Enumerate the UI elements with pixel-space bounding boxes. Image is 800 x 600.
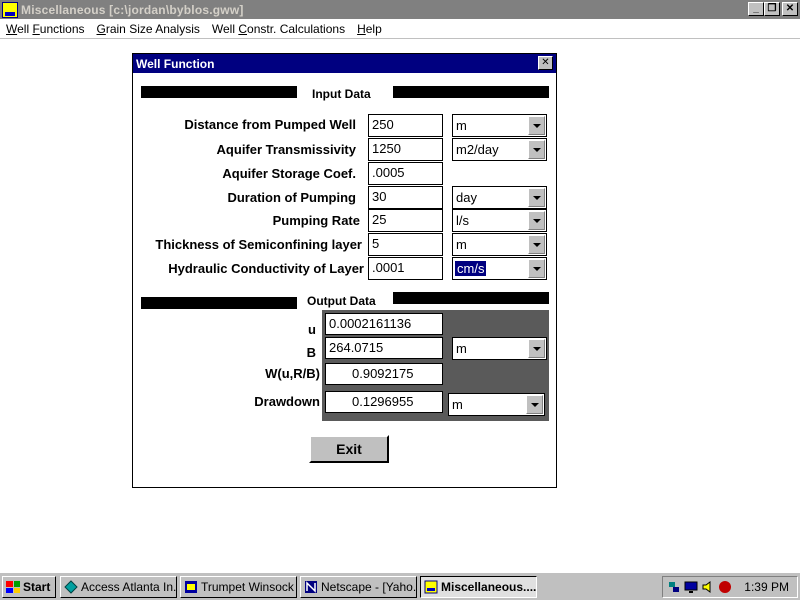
semiconfining-thickness-unit-select[interactable]: m (452, 233, 547, 256)
well-function-dialog: Well Function ✕ Input Data Distance from… (132, 53, 557, 488)
netscape-icon (305, 581, 317, 593)
monitor-icon[interactable] (684, 580, 698, 594)
chevron-down-icon[interactable] (528, 259, 545, 278)
chevron-down-icon[interactable] (528, 235, 545, 254)
pumping-rate-unit-select[interactable]: l/s (452, 209, 547, 232)
storage-coef-input[interactable]: .0005 (368, 162, 443, 185)
b-label: B (306, 345, 316, 360)
taskbar: Start Access Atlanta In... Trumpet Winso… (0, 572, 800, 600)
semiconfining-thickness-label: Thickness of Semiconfining layer (155, 237, 362, 252)
menu-well-functions[interactable]: Well Functions (0, 22, 91, 36)
task-netscape[interactable]: Netscape - [Yaho... (300, 576, 417, 598)
hydraulic-conductivity-label: Hydraulic Conductivity of Layer (168, 261, 364, 276)
drawdown-label: Drawdown (254, 394, 320, 409)
duration-label: Duration of Pumping (227, 190, 356, 205)
output-divider-right (393, 292, 549, 304)
drawdown-unit-select[interactable]: m (448, 393, 545, 416)
menu-grain-size-analysis[interactable]: Grain Size Analysis (91, 22, 206, 36)
speaker-icon[interactable] (701, 580, 715, 594)
chevron-down-icon[interactable] (526, 395, 543, 414)
input-divider-right (393, 86, 549, 98)
semiconfining-thickness-input[interactable]: 5 (368, 233, 443, 256)
output-data-title: Output Data (307, 294, 376, 308)
dialog-title: Well Function (136, 56, 215, 71)
chevron-down-icon[interactable] (528, 211, 545, 230)
app-icon[interactable] (2, 1, 18, 18)
storage-coef-label: Aquifer Storage Coef. (222, 166, 356, 181)
task-access-atlanta[interactable]: Access Atlanta In... (60, 576, 177, 598)
u-output: 0.0002161136 (325, 313, 443, 335)
network-icon (64, 580, 78, 594)
task-miscellaneous[interactable]: Miscellaneous.... (420, 576, 537, 598)
menu-help[interactable]: Help (351, 22, 388, 36)
menu-well-constr-calculations[interactable]: Well Constr. Calculations (206, 22, 351, 36)
drawdown-output: 0.1296955 (325, 391, 443, 413)
hydraulic-conductivity-unit-select[interactable]: cm/s (452, 257, 547, 280)
u-label: u (308, 322, 316, 337)
input-data-title: Input Data (312, 87, 371, 101)
app-icon (424, 580, 438, 594)
distance-label: Distance from Pumped Well (184, 117, 356, 132)
pumping-rate-input[interactable]: 25 (368, 209, 443, 232)
transmissivity-input[interactable]: 1250 (368, 138, 443, 161)
hydraulic-conductivity-input[interactable]: .0001 (368, 257, 443, 280)
duration-unit-select[interactable]: day (452, 186, 547, 209)
restore-button[interactable]: ❐ (764, 2, 780, 16)
close-button[interactable]: ✕ (782, 2, 798, 16)
chevron-down-icon[interactable] (528, 188, 545, 207)
menu-bar: Well Functions Grain Size Analysis Well … (0, 19, 800, 39)
windows-logo-icon (6, 581, 20, 593)
network-status-icon[interactable] (667, 580, 681, 594)
pumping-rate-label: Pumping Rate (272, 213, 360, 228)
distance-unit-select[interactable]: m (452, 114, 547, 137)
b-unit-select[interactable]: m (452, 337, 547, 360)
distance-input[interactable]: 250 (368, 114, 443, 137)
clock: 1:39 PM (744, 580, 789, 594)
transmissivity-label: Aquifer Transmissivity (216, 142, 356, 157)
status-icon[interactable] (718, 580, 732, 594)
minimize-button[interactable]: _ (748, 2, 764, 16)
w-output: 0.9092175 (325, 363, 443, 385)
start-button[interactable]: Start (2, 576, 56, 598)
transmissivity-unit-select[interactable]: m2/day (452, 138, 547, 161)
chevron-down-icon[interactable] (528, 339, 545, 358)
duration-input[interactable]: 30 (368, 186, 443, 209)
chevron-down-icon[interactable] (528, 116, 545, 135)
window-controls: _ ❐ ✕ (748, 2, 798, 16)
b-output: 264.0715 (325, 337, 443, 359)
output-divider-left (141, 297, 297, 309)
winsock-icon (185, 581, 197, 593)
dialog-titlebar: Well Function ✕ (133, 54, 556, 73)
app-titlebar: Miscellaneous [c:\jordan\byblos.gww] _ ❐… (0, 0, 800, 19)
input-divider-left (141, 86, 297, 98)
dialog-close-button[interactable]: ✕ (538, 56, 553, 70)
app-title: Miscellaneous [c:\jordan\byblos.gww] (21, 2, 244, 17)
w-label: W(u,R/B) (265, 366, 320, 381)
chevron-down-icon[interactable] (528, 140, 545, 159)
system-tray: 1:39 PM (662, 576, 798, 598)
task-trumpet-winsock[interactable]: Trumpet Winsock (180, 576, 297, 598)
exit-button[interactable]: Exit (309, 435, 389, 463)
